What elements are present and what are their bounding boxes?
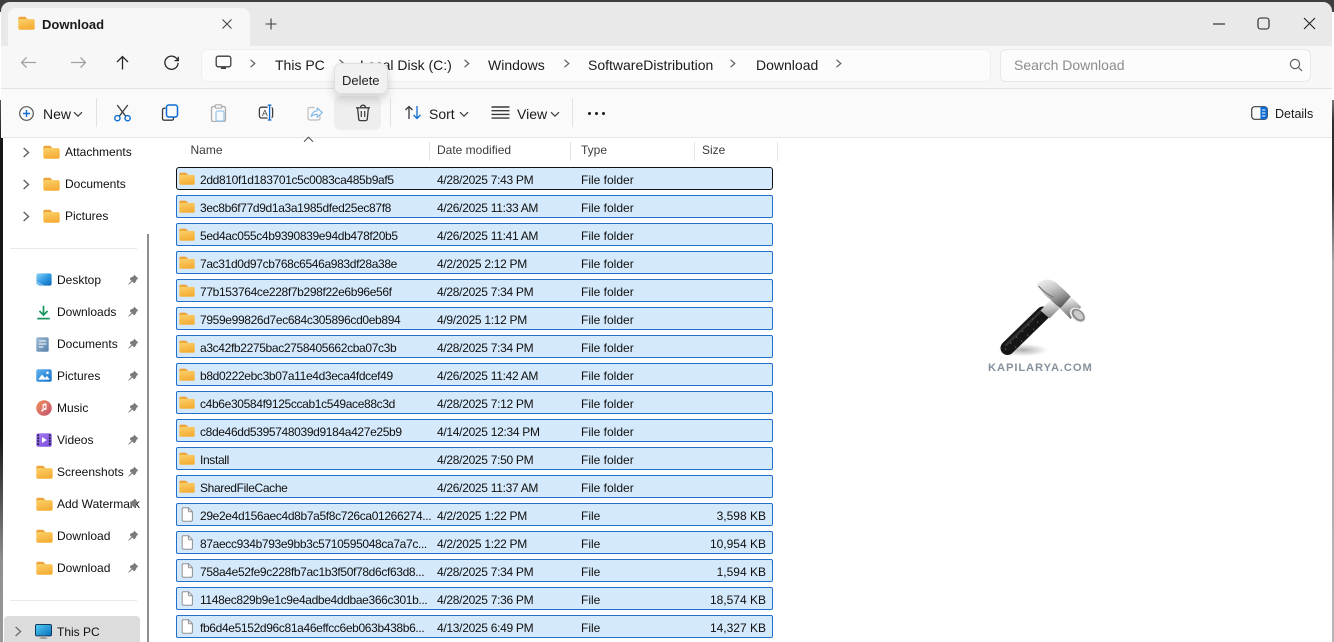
svg-text:A: A [262,108,268,118]
